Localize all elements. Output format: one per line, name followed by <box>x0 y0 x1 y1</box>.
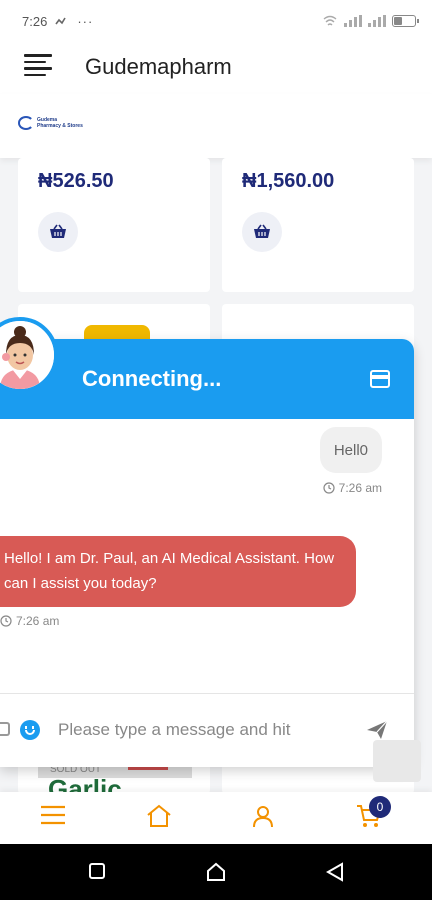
hamburger-icon[interactable] <box>24 54 52 78</box>
app-bar: Gudemapharm <box>0 42 432 94</box>
camera-icon[interactable] <box>0 722 10 736</box>
basket-icon[interactable] <box>242 212 282 252</box>
bottom-nav <box>0 792 432 844</box>
logo-mark-icon <box>18 116 34 130</box>
product-name: Garlic <box>48 774 122 794</box>
message-time: 7:26 am <box>323 481 382 495</box>
bot-message: Hello! I am Dr. Paul, an AI Medical Assi… <box>0 536 356 607</box>
product-card[interactable]: ₦526.50 <box>18 158 210 292</box>
product-image: SOLD OUT Garlic <box>38 764 192 794</box>
status-time: 7:26 <box>22 13 48 29</box>
cart-count-badge: 0 <box>369 796 391 818</box>
signal-icon <box>368 15 386 27</box>
more-dots-icon: ··· <box>77 13 94 29</box>
chat-composer <box>0 693 414 767</box>
home-icon[interactable] <box>146 804 172 828</box>
message-time: 7:26 am <box>0 614 59 628</box>
chat-widget: Connecting... Hell0 7:26 am Hello! I am … <box>0 317 414 767</box>
clock-icon <box>0 615 12 627</box>
emoji-icon[interactable] <box>20 720 40 740</box>
menu-icon[interactable] <box>40 804 66 826</box>
brand-logo[interactable]: Gudema Pharmacy & Stores <box>18 116 83 130</box>
basket-icon[interactable] <box>38 212 78 252</box>
scroll-top-button[interactable] <box>373 740 421 782</box>
message-input[interactable] <box>58 714 344 746</box>
clock-icon <box>323 482 335 494</box>
wifi-icon <box>323 15 337 26</box>
logo-line2: Pharmacy & Stores <box>37 123 83 129</box>
home-button-icon[interactable] <box>206 862 226 882</box>
send-icon[interactable] <box>366 720 388 740</box>
product-card[interactable]: ₦1,560.00 <box>222 158 414 292</box>
chat-status: Connecting... <box>82 366 222 391</box>
chat-header: Connecting... <box>0 339 414 419</box>
signal-icon <box>344 15 362 27</box>
logo-strip: Gudema Pharmacy & Stores <box>0 94 432 158</box>
product-price: ₦526.50 <box>38 170 114 192</box>
account-icon[interactable] <box>251 804 275 828</box>
back-icon[interactable] <box>326 862 344 882</box>
recents-icon[interactable] <box>88 862 106 880</box>
system-nav-bar <box>0 844 432 900</box>
product-price: ₦1,560.00 <box>242 170 335 192</box>
status-bar: 7:26 ··· <box>0 0 432 42</box>
app-title: Gudemapharm <box>85 54 232 79</box>
minimize-icon[interactable] <box>370 370 390 388</box>
battery-icon <box>392 15 419 27</box>
missed-call-icon <box>55 17 66 25</box>
user-message: Hell0 <box>319 427 382 473</box>
